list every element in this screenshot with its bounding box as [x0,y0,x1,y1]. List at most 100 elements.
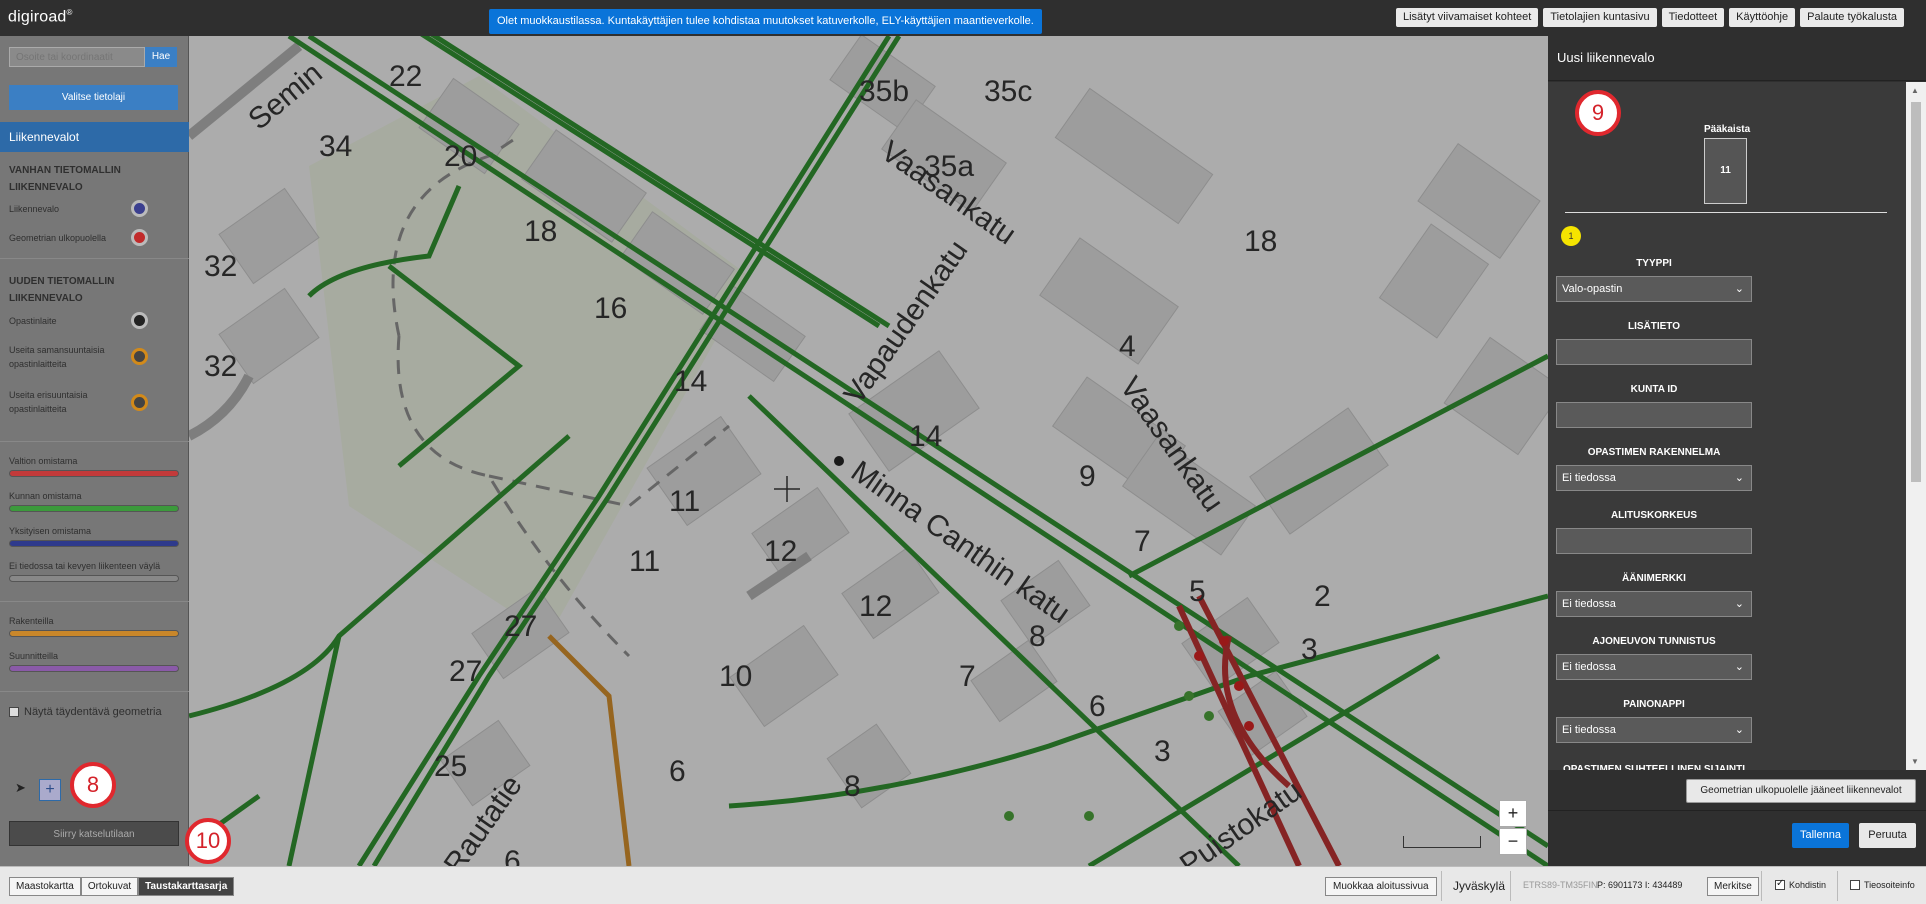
black-arrow-dot-icon [131,312,148,329]
old-model-heading: VANHAN TIETOMALLIN LIIKENNEVALO [9,165,121,193]
coordinates-readout: P: 6901173 I: 434489 [1597,880,1683,890]
type-label: TYYPPI [1636,258,1672,269]
panel-title: Uusi liikennevalo [1557,50,1655,65]
zoom-in-button[interactable]: + [1499,800,1527,827]
orange-arrow-dot-icon [131,348,148,365]
crosshair-checkbox[interactable]: ✓ [1775,878,1785,890]
bottom-bar: Maastokartta Ortokuvat Taustakarttasarja… [0,866,1926,904]
signal-number-badge[interactable]: 1 [1561,226,1581,246]
chevron-down-icon: ⌄ [1734,661,1744,673]
under-construction-line [9,630,179,637]
view-mode-button[interactable]: Siirry katselutilaan [9,821,179,846]
link-user-guide[interactable]: Käyttöohje [1729,8,1796,27]
select-cursor-icon[interactable]: ➤ [15,780,26,796]
layer-title: Liikennevalot [0,122,189,152]
divider [1441,871,1442,901]
link-feedback[interactable]: Palaute työkalusta [1800,8,1904,27]
show-geometry-toggle[interactable]: Näytä täydentävä geometria [9,706,162,718]
basemap-tabs: Maastokartta Ortokuvat Taustakarttasarja [9,877,235,896]
vehicle-detection-select[interactable]: Ei tiedossa ⌄ [1556,654,1752,680]
clearance-height-input[interactable] [1556,528,1752,554]
crosshair-toggle[interactable]: ✓ Kohdistin [1775,878,1827,890]
push-button-select[interactable]: Ei tiedossa ⌄ [1556,717,1752,743]
top-bar: digiroad® Olet muokkaustilassa. Kuntakäy… [0,0,1926,36]
scroll-up-icon[interactable]: ▲ [1911,86,1919,95]
municipality-id-label: KUNTA ID [1630,384,1678,395]
top-links: Lisätyt viivamaiset kohteet Tietolajien … [1395,8,1904,27]
legend-label-municipality-owned: Kunnan omistama [9,491,82,501]
push-button-label: PAINONAPPI [1623,699,1685,710]
digiroad-logo[interactable]: digiroad® [8,8,73,26]
step-badge-tools: 8 [70,762,116,808]
legend-label-private-owned: Yksityisen omistama [9,526,92,536]
clearance-height-label: ALITUSKORKEUS [1610,510,1698,521]
edit-mode-notice: Olet muokkaustilassa. Kuntakäyttäjien tu… [489,9,1042,34]
sound-signal-label: ÄÄNIMERKKI [1622,573,1686,584]
search-button[interactable]: Hae [145,47,177,67]
search-input[interactable] [9,47,145,67]
state-owned-line [9,470,179,477]
signal-structure-select[interactable]: Ei tiedossa ⌄ [1556,465,1752,491]
chevron-down-icon: ⌄ [1734,724,1744,736]
zoom-out-button[interactable]: − [1499,828,1527,855]
left-panel: Hae Valitse tietolaji Liikennevalot VANH… [0,36,231,866]
road-address-checkbox[interactable] [1850,880,1860,890]
tab-orthophotos[interactable]: Ortokuvat [80,877,139,896]
scale-bar [1403,836,1481,848]
sound-signal-select[interactable]: Ei tiedossa ⌄ [1556,591,1752,617]
municipality-id-input[interactable] [1556,402,1752,428]
type-select[interactable]: Valo-opastin ⌄ [1556,276,1752,302]
divider [0,691,189,692]
orange-dot-icon [131,394,148,411]
divider [0,258,189,259]
road-address-label: Tieosoiteinfo [1864,880,1915,890]
crosshair-label: Kohdistin [1789,880,1827,890]
right-panel: Uusi liikennevalo 9 Pääkaista 11 1 TYYPP… [1548,36,1926,866]
legend-label-traffic-light: Liikennevalo [9,204,60,214]
additional-info-label: LISÄTIETO [1627,321,1681,332]
link-municipality-page[interactable]: Tietolajien kuntasivu [1543,8,1657,27]
crs-label: ETRS89-TM35FIN [1523,880,1598,890]
chevron-down-icon: ⌄ [1734,472,1744,484]
legend-label-unknown-owner: Ei tiedossa tai kevyen liikenteen väylä [9,561,161,571]
relative-position-label: OPASTIMEN SUHTEELLINEN SIJAINTI [1562,764,1746,770]
divider [0,441,189,442]
scroll-down-icon[interactable]: ▼ [1911,757,1919,766]
additional-info-input[interactable] [1556,339,1752,365]
blue-dot-icon [131,200,148,217]
save-button[interactable]: Tallenna [1792,823,1849,848]
legend-label-outside-geometry: Geometrian ulkopuolella [9,233,107,243]
add-point-tool[interactable]: + [39,779,61,801]
tab-background-map[interactable]: Taustakarttasarja [138,877,235,896]
road-address-info-toggle[interactable]: Tieosoiteinfo [1850,880,1915,890]
link-added-linear-features[interactable]: Lisätyt viivamaiset kohteet [1395,8,1539,27]
edit-start-page-button[interactable]: Muokkaa aloitussivua [1325,877,1437,896]
step-badge-form: 9 [1575,90,1621,136]
divider [1837,871,1838,901]
map-view[interactable]: Vaasankatu Vapaudenkatu Minna Canthin ka… [189,36,1548,866]
main-lane-label: Pääkaista [1704,124,1751,135]
chevron-down-icon: ⌄ [1734,598,1744,610]
link-bulletins[interactable]: Tiedotteet [1661,8,1725,27]
municipality-owned-line [9,505,179,512]
legend-label-planned: Suunnitteilla [9,651,59,661]
lane-box[interactable]: 11 [1704,138,1747,204]
legend-label-signal-device: Opastinlaite [9,316,57,326]
city-name: Jyväskylä [1453,879,1506,893]
scrollbar-thumb[interactable] [1911,102,1921,482]
form-scrollbar[interactable]: ▲ ▼ [1906,82,1926,770]
private-owned-line [9,540,179,547]
planned-line [9,665,179,672]
divider [1510,871,1511,901]
traffic-light-form: 9 Pääkaista 11 1 TYYPPI Valo-opastin ⌄ LI… [1548,82,1906,770]
map-edit-overlay [189,36,1548,866]
geometry-checkbox[interactable] [9,707,19,717]
step-badge-view-mode: 10 [185,818,231,864]
legend-label-under-construction: Rakenteilla [9,616,54,626]
tab-terrain-map[interactable]: Maastokartta [9,877,81,896]
select-layer-button[interactable]: Valitse tietolaji [9,85,178,110]
legend-label-parallel-signals: Useita samansuuntaisia opastinlaitteita [9,345,105,369]
cancel-button[interactable]: Peruuta [1859,823,1916,848]
outside-geometry-lights-button[interactable]: Geometrian ulkopuolelle jääneet liikenne… [1686,779,1916,803]
mark-button[interactable]: Merkitse [1707,877,1759,896]
